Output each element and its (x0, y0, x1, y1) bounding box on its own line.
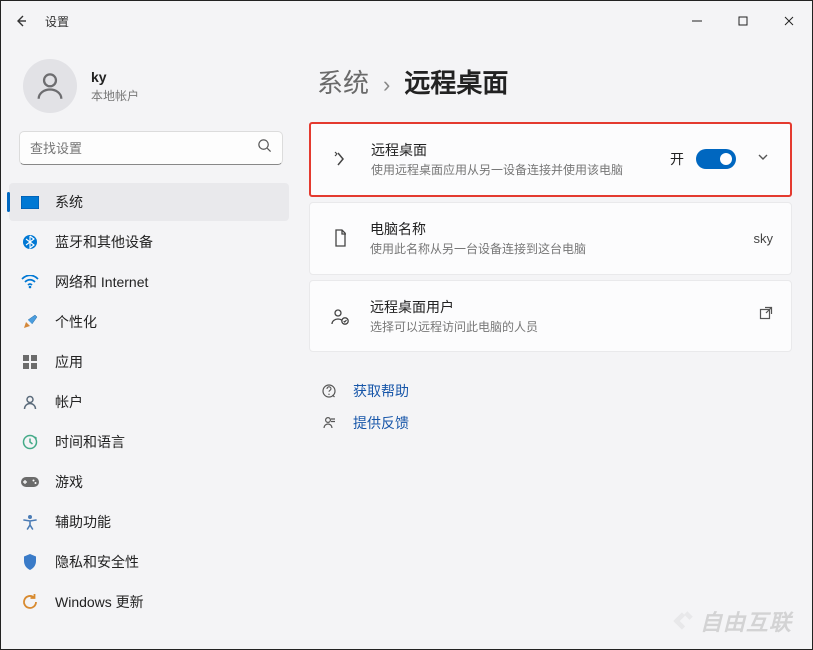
remote-desktop-card[interactable]: 远程桌面 使用远程桌面应用从另一设备连接并使用该电脑 开 (309, 122, 792, 197)
users-icon (328, 305, 352, 327)
avatar (23, 59, 77, 113)
search-input[interactable] (30, 141, 257, 156)
privacy-icon (21, 553, 39, 571)
help-icon (319, 383, 339, 399)
search-icon (257, 138, 272, 158)
sidebar-item-label: 蓝牙和其他设备 (55, 232, 153, 252)
sidebar-item-update[interactable]: Windows 更新 (9, 583, 289, 621)
card-title: 远程桌面 (371, 140, 652, 160)
update-icon (21, 593, 39, 611)
sidebar: ky 本地帐户 系统蓝牙和其他设备网络和 Internet 个性化应用帐户时间和语… (1, 41, 301, 649)
user-block[interactable]: ky 本地帐户 (1, 41, 301, 121)
gaming-icon (21, 473, 39, 491)
system-icon (21, 193, 39, 211)
sidebar-item-label: 系统 (55, 192, 83, 212)
apps-icon (21, 353, 39, 371)
back-button[interactable] (1, 1, 41, 41)
help-links: 获取帮助 提供反馈 (309, 357, 792, 457)
chevron-right-icon: › (383, 72, 390, 98)
sidebar-item-accessibility[interactable]: 辅助功能 (9, 503, 289, 541)
remote-desktop-icon (329, 149, 353, 169)
sidebar-item-label: 应用 (55, 352, 83, 372)
nav: 系统蓝牙和其他设备网络和 Internet 个性化应用帐户时间和语言游戏辅助功能隐… (1, 173, 301, 621)
expand-chevron[interactable] (754, 150, 772, 169)
feedback-link[interactable]: 提供反馈 (353, 413, 409, 433)
bluetooth-icon (21, 233, 39, 251)
search-box[interactable] (19, 131, 283, 165)
window-title: 设置 (45, 13, 69, 30)
person-icon (33, 69, 67, 103)
card-title: 电脑名称 (370, 219, 736, 239)
sidebar-item-time[interactable]: 时间和语言 (9, 423, 289, 461)
pc-name-value: sky (754, 231, 774, 246)
accounts-icon (21, 393, 39, 411)
sidebar-item-bluetooth[interactable]: 蓝牙和其他设备 (9, 223, 289, 261)
window-controls (674, 1, 812, 41)
sidebar-item-label: 辅助功能 (55, 512, 111, 532)
chevron-down-icon (756, 150, 770, 164)
sidebar-item-accounts[interactable]: 帐户 (9, 383, 289, 421)
accessibility-icon (21, 513, 39, 531)
card-sub: 使用远程桌面应用从另一设备连接并使用该电脑 (371, 162, 631, 179)
wifi-icon (21, 273, 39, 291)
card-sub: 使用此名称从另一台设备连接到这台电脑 (370, 241, 736, 258)
close-button[interactable] (766, 1, 812, 41)
sidebar-item-gaming[interactable]: 游戏 (9, 463, 289, 501)
personalize-icon (21, 313, 39, 331)
minimize-button[interactable] (674, 1, 720, 41)
sidebar-item-personalize[interactable]: 个性化 (9, 303, 289, 341)
sidebar-item-wifi[interactable]: 网络和 Internet (9, 263, 289, 301)
sidebar-item-label: 个性化 (55, 312, 97, 332)
document-icon (328, 228, 352, 248)
sidebar-item-privacy[interactable]: 隐私和安全性 (9, 543, 289, 581)
get-help-link[interactable]: 获取帮助 (353, 381, 409, 401)
titlebar: 设置 (1, 1, 812, 41)
pc-name-card[interactable]: 电脑名称 使用此名称从另一台设备连接到这台电脑 sky (309, 202, 792, 275)
open-external-icon (759, 306, 773, 325)
sidebar-item-label: Windows 更新 (55, 592, 144, 612)
sidebar-item-system[interactable]: 系统 (9, 183, 289, 221)
page-title: 远程桌面 (404, 63, 508, 100)
time-icon (21, 433, 39, 451)
sidebar-item-label: 网络和 Internet (55, 272, 148, 292)
card-sub: 选择可以远程访问此电脑的人员 (370, 319, 741, 336)
back-arrow-icon (13, 13, 29, 29)
breadcrumb: 系统 › 远程桌面 (309, 63, 792, 100)
card-title: 远程桌面用户 (370, 297, 741, 317)
remote-desktop-toggle[interactable] (696, 149, 736, 169)
breadcrumb-root[interactable]: 系统 (317, 63, 369, 100)
maximize-button[interactable] (720, 1, 766, 41)
main: 系统 › 远程桌面 远程桌面 使用远程桌面应用从另一设备连接并使用该电脑 开 (301, 41, 812, 649)
toggle-state-label: 开 (670, 149, 684, 169)
user-sub: 本地帐户 (91, 87, 139, 104)
sidebar-item-label: 时间和语言 (55, 432, 125, 452)
feedback-icon (319, 415, 339, 431)
sidebar-item-label: 游戏 (55, 472, 83, 492)
remote-users-card[interactable]: 远程桌面用户 选择可以远程访问此电脑的人员 (309, 280, 792, 353)
user-name: ky (91, 69, 139, 85)
sidebar-item-label: 帐户 (55, 392, 83, 412)
sidebar-item-label: 隐私和安全性 (55, 552, 139, 572)
sidebar-item-apps[interactable]: 应用 (9, 343, 289, 381)
